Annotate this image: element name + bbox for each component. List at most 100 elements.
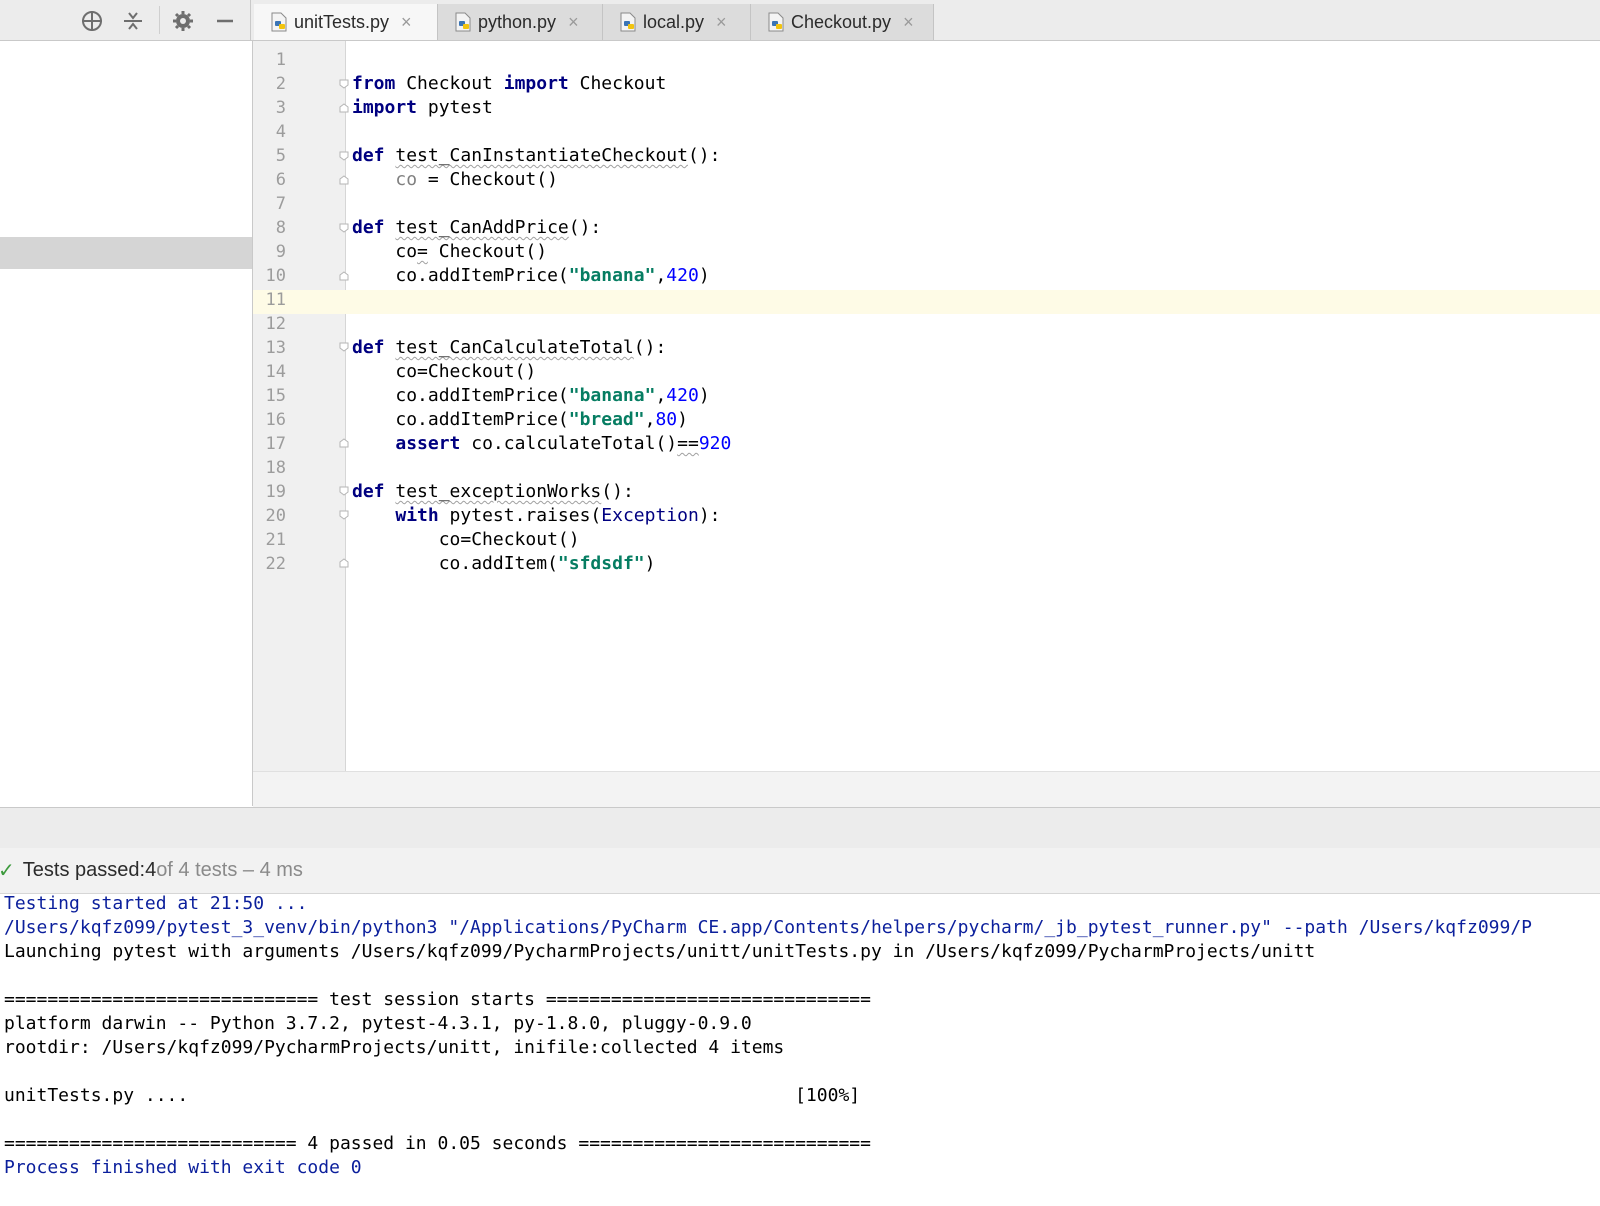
tab-checkout[interactable]: Checkout.py × — [751, 4, 934, 40]
line-number: 18 — [265, 458, 286, 478]
tab-label: Checkout.py — [791, 11, 892, 32]
code-line-6[interactable]: co = Checkout() — [352, 168, 558, 192]
code-line-10[interactable]: co.addItemPrice("banana",420) — [352, 264, 710, 288]
close-icon[interactable]: × — [716, 12, 727, 33]
fold-end-icon[interactable] — [339, 558, 349, 568]
line-number: 16 — [265, 410, 286, 430]
tab-unittests[interactable]: unitTests.py × — [254, 4, 438, 40]
line-number: 13 — [265, 338, 286, 358]
code-line-21[interactable]: co=Checkout() — [352, 528, 580, 552]
current-line-highlight — [253, 290, 1600, 314]
tab-label: local.py — [643, 11, 705, 32]
code-line-2[interactable]: from Checkout import Checkout — [352, 72, 666, 96]
test-status-bar: ✓ Tests passed: 4 of 4 tests – 4 ms — [0, 848, 1600, 894]
python-file-icon — [620, 12, 636, 32]
run-toolbar — [0, 807, 1600, 849]
code-text: co — [395, 241, 418, 262]
close-icon[interactable]: × — [401, 12, 412, 33]
minimize-icon[interactable] — [212, 8, 238, 34]
number-literal: 420 — [666, 265, 699, 286]
keyword: def — [352, 337, 385, 358]
code-text: = Checkout() — [417, 169, 558, 190]
project-selected-row[interactable] — [0, 237, 252, 269]
code-text: co=Checkout() — [395, 361, 537, 382]
fold-start-icon[interactable] — [339, 486, 349, 496]
console-line: Launching pytest with arguments /Users/k… — [4, 941, 1316, 962]
line-number: 8 — [275, 218, 286, 238]
line-number: 3 — [275, 98, 286, 118]
fold-end-icon[interactable] — [339, 103, 349, 113]
close-icon[interactable]: × — [903, 12, 914, 33]
crosshair-icon[interactable] — [79, 8, 105, 34]
tab-python[interactable]: python.py × — [438, 4, 603, 40]
code-text: ) — [698, 385, 710, 406]
code-line-13[interactable]: def test_CanCalculateTotal(): — [352, 336, 666, 360]
function-name: test_exceptionWorks — [395, 481, 602, 502]
line-number: 5 — [275, 146, 286, 166]
function-name: test_CanInstantiateCheckout — [395, 145, 688, 166]
code-text: = — [417, 241, 428, 262]
code-text: , — [644, 409, 656, 430]
console-line: unitTests.py .... [100%] — [4, 1085, 861, 1106]
keyword: def — [352, 481, 385, 502]
code-line-17[interactable]: assert co.calculateTotal()==920 — [352, 432, 731, 456]
console-line: rootdir: /Users/kqfz099/PycharmProjects/… — [4, 1037, 785, 1058]
line-number: 1 — [275, 50, 286, 70]
code-line-16[interactable]: co.addItemPrice("bread",80) — [352, 408, 688, 432]
fold-start-icon[interactable] — [339, 79, 349, 89]
line-number: 19 — [265, 482, 286, 502]
keyword: def — [352, 145, 385, 166]
code-line-20[interactable]: with pytest.raises(Exception): — [352, 504, 720, 528]
number-literal: 920 — [698, 433, 732, 454]
editor-horizontal-scrollbar[interactable] — [253, 771, 1600, 807]
tab-local[interactable]: local.py × — [603, 4, 751, 40]
fold-start-icon[interactable] — [339, 342, 349, 352]
fold-end-icon[interactable] — [339, 438, 349, 448]
status-label: Tests passed: — [22, 859, 146, 881]
code-text: ) — [698, 265, 710, 286]
code-line-8[interactable]: def test_CanAddPrice(): — [352, 216, 601, 240]
code-text: ) — [644, 553, 656, 574]
keyword: assert — [395, 433, 461, 454]
code-line-5[interactable]: def test_CanInstantiateCheckout(): — [352, 144, 720, 168]
fold-end-icon[interactable] — [339, 271, 349, 281]
collapse-icon[interactable] — [120, 8, 146, 34]
string-literal: "bread" — [568, 409, 645, 430]
python-file-icon — [271, 12, 287, 32]
line-number: 7 — [275, 194, 286, 214]
run-console[interactable]: Testing started at 21:50 ... /Users/kqfz… — [0, 894, 1600, 1206]
code-line-15[interactable]: co.addItemPrice("banana",420) — [352, 384, 710, 408]
fold-start-icon[interactable] — [339, 510, 349, 520]
console-line: =========================== 4 passed in … — [4, 1133, 871, 1154]
code-text: Checkout() — [427, 241, 548, 262]
code-text: , — [655, 385, 667, 406]
code-text: pytest.raises( — [438, 505, 602, 526]
code-line-19[interactable]: def test_exceptionWorks(): — [352, 480, 634, 504]
tab-label: python.py — [478, 11, 557, 32]
keyword: import — [503, 73, 569, 94]
console-line: Testing started at 21:50 ... — [4, 894, 308, 914]
close-icon[interactable]: × — [568, 12, 579, 33]
code-text: co=Checkout() — [438, 529, 580, 550]
fold-start-icon[interactable] — [339, 151, 349, 161]
builtin-name: Exception — [601, 505, 699, 526]
project-panel[interactable] — [0, 41, 253, 806]
fold-start-icon[interactable] — [339, 223, 349, 233]
gear-icon[interactable] — [170, 8, 196, 34]
status-passed-count: 4 — [145, 859, 157, 881]
line-number: 6 — [275, 170, 286, 190]
number-literal: 80 — [655, 409, 678, 430]
code-line-14[interactable]: co=Checkout() — [352, 360, 536, 384]
status-detail: of 4 tests – 4 ms — [156, 859, 303, 881]
code-line-9[interactable]: co= Checkout() — [352, 240, 547, 264]
code-text: co.addItem( — [438, 553, 558, 574]
code-line-3[interactable]: import pytest — [352, 96, 493, 120]
console-line: platform darwin -- Python 3.7.2, pytest-… — [4, 1013, 752, 1034]
line-number: 11 — [265, 290, 286, 310]
line-number: 10 — [265, 266, 286, 286]
keyword: from — [352, 73, 396, 94]
fold-end-icon[interactable] — [339, 175, 349, 185]
code-line-22[interactable]: co.addItem("sfdsdf") — [352, 552, 656, 576]
line-number: 14 — [265, 362, 286, 382]
line-number: 2 — [275, 74, 286, 94]
